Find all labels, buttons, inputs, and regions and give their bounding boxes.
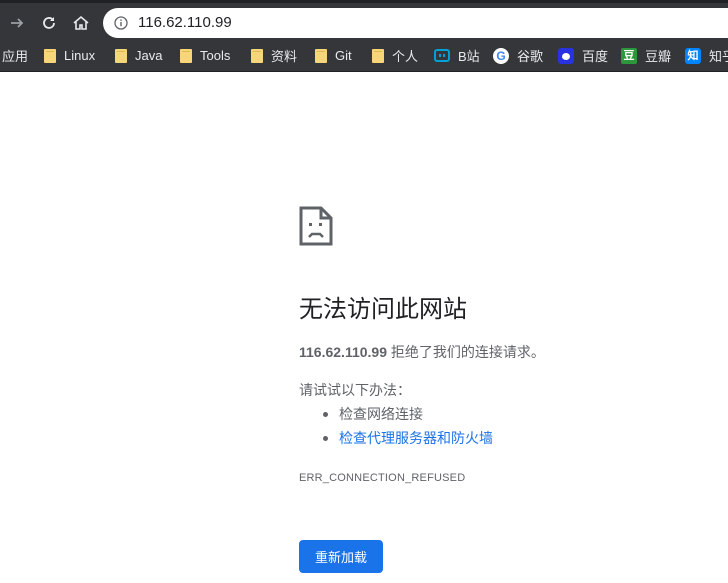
- error-headline: 无法访问此网站: [299, 296, 467, 323]
- suggestion-check-proxy: 检查代理服务器和防火墙: [299, 428, 493, 452]
- bilibili-icon: [434, 49, 450, 62]
- bookmark-resources[interactable]: 资料: [251, 40, 297, 71]
- reload-icon[interactable]: [36, 10, 62, 36]
- bookmark-baidu[interactable]: 百度: [558, 40, 608, 71]
- check-proxy-link[interactable]: 检查代理服务器和防火墙: [339, 430, 493, 446]
- bookmark-label: 知乎: [709, 49, 728, 64]
- folder-icon: [251, 48, 263, 63]
- bookmark-personal[interactable]: 个人: [372, 40, 418, 71]
- bookmark-label: 百度: [582, 49, 609, 64]
- bookmark-label: Git: [335, 48, 352, 63]
- suggestions-list: 检查网络连接 检查代理服务器和防火墙: [299, 404, 493, 452]
- folder-icon: [372, 48, 384, 63]
- folder-icon: [180, 48, 192, 63]
- bookmark-label: 应用: [2, 49, 29, 64]
- bookmark-label: Linux: [64, 48, 96, 63]
- bookmark-git[interactable]: Git: [315, 40, 352, 71]
- sad-document-icon: [299, 206, 333, 246]
- bookmark-linux[interactable]: Linux: [44, 40, 95, 71]
- bookmark-label: 资料: [271, 49, 298, 64]
- bookmark-bilibili[interactable]: B站: [434, 40, 480, 71]
- zhihu-icon: 知: [685, 47, 701, 64]
- forward-icon[interactable]: [4, 10, 30, 36]
- bookmark-java[interactable]: Java: [115, 40, 162, 71]
- bookmark-google[interactable]: G 谷歌: [493, 40, 543, 71]
- google-icon: G: [493, 47, 509, 64]
- douban-icon: 豆: [621, 47, 637, 64]
- bookmark-zhihu[interactable]: 知 知乎: [685, 40, 728, 71]
- bookmark-apps[interactable]: 应用: [2, 40, 28, 71]
- bookmark-label: Java: [135, 48, 163, 63]
- error-message: 拒绝了我们的连接请求。: [387, 344, 545, 360]
- bookmark-label: B站: [458, 49, 480, 64]
- info-icon[interactable]: [114, 16, 128, 30]
- folder-icon: [115, 48, 127, 63]
- bookmark-label: Tools: [200, 48, 231, 63]
- bookmark-label: 个人: [392, 49, 419, 64]
- folder-icon: [315, 48, 327, 63]
- address-url[interactable]: 116.62.110.99: [138, 14, 232, 32]
- error-host: 116.62.110.99: [299, 344, 387, 360]
- suggestion-check-network: 检查网络连接: [299, 404, 493, 428]
- baidu-icon: [558, 47, 574, 64]
- reload-button[interactable]: 重新加载: [299, 540, 383, 573]
- address-bar[interactable]: 116.62.110.99: [103, 8, 728, 38]
- bookmarks-bar: 应用 Linux Java Tools 资料 Git 个人 B站 G 谷歌 百度…: [0, 40, 728, 72]
- folder-icon: [44, 48, 56, 63]
- error-code: ERR_CONNECTION_REFUSED: [299, 472, 466, 484]
- bookmark-label: 谷歌: [517, 49, 544, 64]
- suggestions-heading: 请试试以下办法：: [299, 382, 411, 398]
- bookmark-label: 豆瓣: [645, 49, 672, 64]
- bookmark-tools[interactable]: Tools: [180, 40, 230, 71]
- suggestion-text: 检查网络连接: [339, 406, 423, 422]
- error-description: 116.62.110.99 拒绝了我们的连接请求。: [299, 343, 545, 361]
- bookmark-douban[interactable]: 豆 豆瓣: [621, 40, 671, 71]
- home-icon[interactable]: [68, 10, 94, 36]
- browser-toolbar: 116.62.110.99: [0, 0, 728, 40]
